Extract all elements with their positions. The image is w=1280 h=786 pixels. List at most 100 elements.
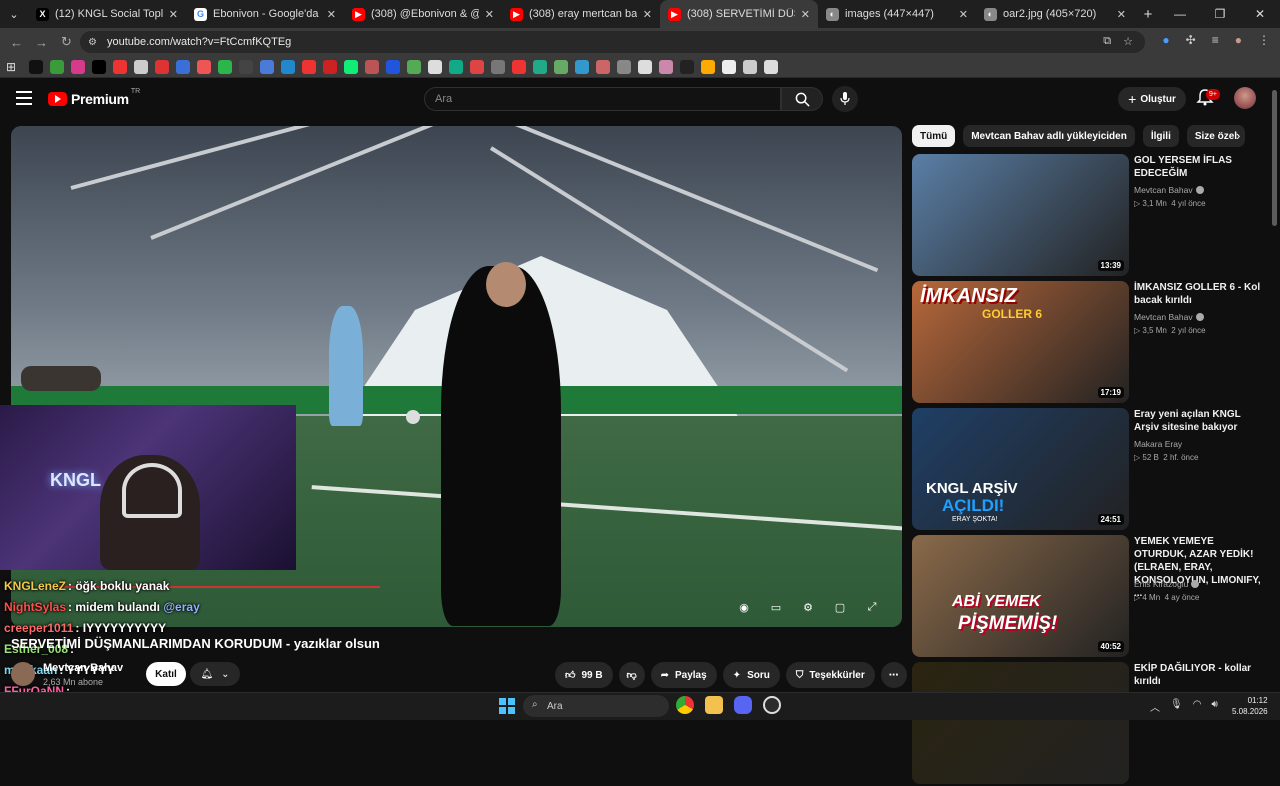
bookmark-icon[interactable] [575, 59, 590, 74]
bookmark-icon[interactable] [281, 59, 296, 74]
browser-tab[interactable]: ◐ images (447×447) ✕ [818, 0, 976, 28]
bookmark-icon[interactable] [302, 59, 317, 74]
video-title-link[interactable]: EKİP DAĞILIYOR - kollar kırıldı [1134, 662, 1262, 688]
more-actions-button[interactable]: ⋯ [880, 662, 907, 688]
settings-gear-icon[interactable]: ⚙ [799, 600, 817, 614]
join-button[interactable]: Katıl [146, 662, 186, 686]
hamburger-menu-icon[interactable] [16, 91, 32, 105]
url-bar[interactable]: ⚙ youtube.com/watch?v=FtCcmfKQTEg ⧉ ☆ [80, 31, 1145, 53]
site-info-icon[interactable]: ⚙ [88, 37, 97, 48]
discord-icon[interactable] [734, 696, 752, 714]
new-tab-button[interactable]: + [1134, 6, 1162, 23]
chevron-right-icon[interactable]: › [1236, 128, 1240, 143]
subscription-notify-button[interactable]: 🔔︎ ⌄ [190, 662, 240, 686]
autoplay-toggle-icon[interactable]: ◉ [735, 600, 753, 614]
minimize-icon[interactable]: — [1160, 0, 1200, 28]
file-explorer-icon[interactable] [705, 696, 723, 714]
video-title-link[interactable]: Eray yeni açılan KNGL Arşiv sitesine bak… [1134, 408, 1262, 434]
video-thumbnail[interactable]: 13:39 [912, 154, 1129, 276]
forward-icon[interactable]: → [29, 35, 54, 50]
recommended-video[interactable]: KNGL ARŞİV AÇILDI! ERAY ŞOKTA! 24:51 Eray ye… [912, 408, 1262, 532]
account-avatar[interactable] [1234, 87, 1256, 109]
tray-chevron-icon[interactable]: ︿ [1150, 699, 1160, 714]
subtitles-icon[interactable]: ▭ [767, 600, 785, 614]
tab-close-icon[interactable]: ✕ [485, 8, 494, 21]
chrome-icon[interactable] [676, 696, 694, 714]
video-channel-name[interactable]: Mevtcan Bahav [1134, 185, 1204, 195]
bookmark-icon[interactable] [680, 59, 695, 74]
recommended-video[interactable]: EKİP DAĞILIYOR - kollar kırıldı [912, 662, 1262, 786]
bookmark-icon[interactable] [344, 59, 359, 74]
create-button[interactable]: + Oluştur [1118, 87, 1186, 111]
bookmark-icon[interactable] [218, 59, 233, 74]
app-icon[interactable] [763, 696, 781, 714]
fullscreen-icon[interactable]: ⤢ [863, 600, 881, 614]
bookmark-icon[interactable] [428, 59, 443, 74]
video-thumbnail[interactable]: KNGL ARŞİV AÇILDI! ERAY ŞOKTA! 24:51 [912, 408, 1129, 530]
install-app-icon[interactable]: ⧉ [1103, 35, 1111, 48]
windows-start-icon[interactable] [499, 698, 515, 714]
tab-close-icon[interactable]: ✕ [169, 8, 178, 21]
bookmark-icon[interactable] [617, 59, 632, 74]
browser-tab[interactable]: G Ebonivon - Google'da Ara ✕ [186, 0, 344, 28]
tab-close-icon[interactable]: ✕ [327, 8, 336, 21]
puzzle-icon[interactable]: ✣ [1186, 33, 1196, 47]
wifi-icon[interactable]: ◠ [1193, 699, 1202, 714]
video-title-link[interactable]: GOL YERSEM İFLAS EDECEĞİM [1134, 154, 1262, 180]
bookmark-icon[interactable] [554, 59, 569, 74]
browser-tab[interactable]: ▶ (308) @Ebonivon & @erayozk ✕ [344, 0, 502, 28]
theater-mode-icon[interactable]: ▢ [831, 600, 849, 614]
video-thumbnail[interactable]: İMKANSIZ GOLLER 6 17:19 [912, 281, 1129, 403]
recommended-video[interactable]: ABİ YEMEK PİŞMEMİŞ! 40:52 YEMEK YEMEYE OTUR… [912, 535, 1262, 659]
bookmark-star-icon[interactable]: ☆ [1123, 35, 1133, 48]
media-icon[interactable]: ≡ [1212, 33, 1219, 47]
back-icon[interactable]: ← [4, 35, 29, 50]
filter-chip[interactable]: Mevtcan Bahav adlı yükleyiciden [963, 125, 1135, 147]
search-input[interactable]: Ara [424, 87, 781, 111]
bookmark-icon[interactable] [407, 59, 422, 74]
tray-mic-icon[interactable]: 🎙︎ [1170, 699, 1183, 714]
page-scrollbar[interactable] [1272, 90, 1277, 226]
tab-search-menu-icon[interactable]: ⌄ [0, 0, 28, 28]
taskbar-search-box[interactable]: ⌕ Ara [523, 695, 669, 717]
filter-chip[interactable]: İlgili [1142, 125, 1179, 147]
bookmark-icon[interactable] [491, 59, 506, 74]
bookmark-icon[interactable] [323, 59, 338, 74]
bookmark-icon[interactable] [386, 59, 401, 74]
like-button[interactable]: 👍︎ 99 B [555, 662, 613, 688]
bookmark-icon[interactable] [743, 59, 758, 74]
reload-icon[interactable]: ↻ [54, 34, 79, 50]
tab-close-icon[interactable]: ✕ [959, 8, 968, 21]
search-button[interactable] [781, 87, 823, 111]
bookmark-icon[interactable] [701, 59, 716, 74]
filter-chip[interactable]: Tümü [912, 125, 956, 147]
bookmark-icon[interactable] [29, 59, 44, 74]
bookmark-icon[interactable] [113, 59, 128, 74]
close-window-icon[interactable]: ✕ [1240, 0, 1280, 28]
bookmark-icon[interactable] [239, 59, 254, 74]
bookmark-icon[interactable] [638, 59, 653, 74]
bookmark-icon[interactable] [533, 59, 548, 74]
extension-icon[interactable]: ● [1162, 33, 1169, 47]
video-channel-name[interactable]: Makara Eray [1134, 439, 1182, 449]
tab-close-icon[interactable]: ✕ [643, 8, 652, 21]
browser-tab[interactable]: ◐ oar2.jpg (405×720) ✕ [976, 0, 1134, 28]
bookmark-icon[interactable] [722, 59, 737, 74]
browser-tab[interactable]: ▶ (308) SERVETİMİ DÜŞMANLAR ✕ [660, 0, 818, 28]
bookmark-icon[interactable] [512, 59, 527, 74]
bookmark-icon[interactable] [155, 59, 170, 74]
bookmark-icon[interactable] [197, 59, 212, 74]
video-title-link[interactable]: İMKANSIZ GOLLER 6 - Kol bacak kırıldı [1134, 281, 1262, 307]
apps-grid-icon[interactable]: ⊞ [6, 60, 16, 74]
share-button[interactable]: ➦ Paylaş [650, 662, 717, 688]
dislike-button[interactable]: 👎︎ [618, 662, 645, 688]
bookmark-icon[interactable] [50, 59, 65, 74]
tab-close-icon[interactable]: ✕ [1117, 8, 1126, 21]
browser-tab[interactable]: X (12) KNGL Social Topluluk / X ✕ [28, 0, 186, 28]
bookmark-icon[interactable] [176, 59, 191, 74]
bookmark-icon[interactable] [134, 59, 149, 74]
restore-icon[interactable]: ❐ [1200, 0, 1240, 28]
profile-avatar-icon[interactable]: ● [1235, 33, 1242, 47]
bookmark-icon[interactable] [449, 59, 464, 74]
video-channel-name[interactable]: Enis Kirazoglu [1134, 579, 1200, 589]
